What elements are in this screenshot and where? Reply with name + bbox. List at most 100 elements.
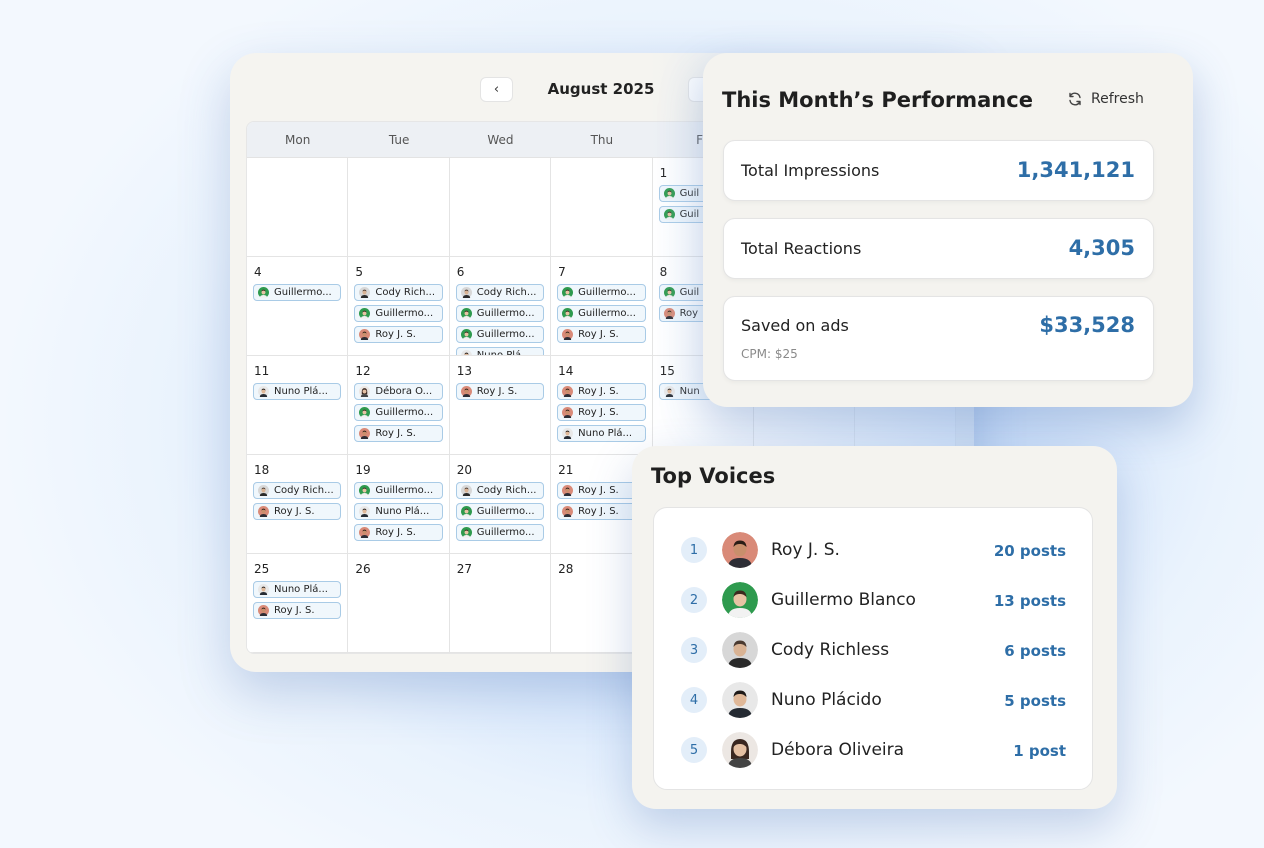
post-chip[interactable]: Débora O... — [354, 383, 443, 400]
day-number: 19 — [355, 463, 371, 477]
post-chip[interactable]: Cody Rich... — [253, 482, 342, 499]
author-avatar — [663, 386, 675, 397]
day-cell-27[interactable]: 27 — [449, 554, 552, 653]
post-author-label: Roy J. S. — [578, 386, 619, 397]
voice-name: Roy J. S. — [771, 540, 840, 560]
day-cell-empty[interactable] — [247, 158, 349, 257]
day-cell-7[interactable]: 7 Guillermo... Guillermo... Roy J. S. — [551, 257, 653, 356]
post-author-label: Roy J. S. — [476, 386, 518, 397]
post-chip[interactable]: Roy J. S. — [253, 503, 342, 520]
post-chip[interactable]: Roy J. S. — [557, 383, 646, 400]
top-voice-row[interactable]: 1 Roy J. S. 20 posts — [654, 530, 1092, 570]
metric-value: $33,528 — [1039, 313, 1135, 337]
post-author-label: Guillermo... — [476, 308, 535, 319]
post-chip[interactable]: Guillermo... — [455, 503, 545, 520]
day-number: 27 — [456, 562, 473, 576]
weekday-wed: Wed — [487, 132, 514, 147]
post-chip[interactable]: Cody Rich... — [455, 284, 545, 301]
post-chip[interactable]: Nuno Plá... — [455, 347, 545, 355]
day-cell-4[interactable]: 4 Guillermo... — [247, 257, 349, 356]
day-cell-6[interactable]: 6 Cody Rich... Guillermo... Guillermo... Nun… — [449, 257, 552, 356]
post-chip[interactable]: Roy J. S. — [557, 404, 646, 421]
post-chip[interactable]: Nuno Plá... — [253, 581, 342, 598]
author-avatar — [359, 527, 371, 538]
post-chip[interactable]: Guillermo... — [354, 404, 443, 421]
post-author-label: Guillermo... — [578, 308, 636, 319]
post-author-label: Cody Rich... — [375, 287, 436, 298]
refresh-button[interactable]: Refresh — [1067, 91, 1144, 107]
author-avatar — [359, 506, 371, 517]
author-avatar — [258, 584, 269, 595]
post-chip[interactable]: Guillermo... — [557, 305, 646, 322]
author-avatar — [359, 485, 371, 496]
post-chip[interactable]: Roy J. S. — [354, 326, 443, 343]
day-cell-20[interactable]: 20 Cody Rich... Guillermo... Guillermo... — [449, 455, 552, 554]
post-chip[interactable]: Nuno Plá... — [253, 383, 342, 400]
post-author-label: Guillermo... — [476, 506, 535, 517]
avatar — [722, 732, 758, 768]
post-author-label: Guil — [679, 287, 700, 298]
top-voice-row[interactable]: 4 Nuno Plácido 5 posts — [654, 680, 1092, 720]
post-chip[interactable]: Guillermo... — [455, 305, 545, 322]
post-chip[interactable]: Nuno Plá... — [557, 425, 646, 442]
post-chip[interactable]: Cody Rich... — [354, 284, 443, 301]
post-author-label: Roy J. S. — [375, 329, 416, 340]
post-author-label: Nuno Plá... — [274, 584, 328, 595]
prev-month-button[interactable]: ‹ — [480, 77, 513, 102]
day-cell-19[interactable]: 19 Guillermo... Nuno Plá... Roy J. S. — [348, 455, 450, 554]
avatar — [722, 582, 758, 618]
day-cell-26[interactable]: 26 — [348, 554, 450, 653]
voice-name: Cody Richless — [771, 640, 890, 660]
voice-name: Débora Oliveira — [771, 740, 905, 760]
post-chip[interactable]: Roy J. S. — [557, 326, 646, 343]
day-cell-13[interactable]: 13 Roy J. S. — [449, 356, 552, 455]
post-chip[interactable]: Cody Rich... — [455, 482, 545, 499]
post-chip[interactable]: Roy J. S. — [455, 383, 545, 400]
author-avatar — [663, 287, 675, 298]
day-cell-empty[interactable] — [449, 158, 552, 257]
post-chip[interactable]: Nuno Plá... — [354, 503, 443, 520]
post-chip[interactable]: Guillermo... — [354, 305, 443, 322]
post-author-label: Guillermo... — [578, 287, 636, 298]
top-voice-row[interactable]: 3 Cody Richless 6 posts — [654, 630, 1092, 670]
metric-label: Total Impressions — [741, 161, 880, 180]
post-chip[interactable]: Roy J. S. — [253, 602, 342, 619]
weekday-tue: Tue — [388, 132, 410, 147]
post-chip[interactable]: Roy J. S. — [354, 524, 443, 541]
post-chip[interactable]: Guillermo... — [455, 326, 545, 343]
day-number — [355, 166, 442, 181]
post-author-label: Guil — [679, 188, 700, 199]
author-avatar — [663, 209, 675, 220]
author-avatar — [359, 407, 371, 418]
day-cell-empty[interactable] — [551, 158, 653, 257]
post-author-label: Cody Rich... — [476, 485, 537, 496]
day-number — [558, 166, 645, 181]
post-author-label: Nuno Plá... — [274, 386, 328, 397]
day-cell-5[interactable]: 5 Cody Rich... Guillermo... Roy J. S. — [348, 257, 450, 356]
day-cell-25[interactable]: 25 Nuno Plá... Roy J. S. — [247, 554, 349, 653]
refresh-icon — [1069, 92, 1081, 106]
day-number: 13 — [456, 364, 473, 378]
author-avatar — [359, 287, 371, 298]
post-author-label: Nuno Plá... — [578, 428, 633, 439]
post-chip[interactable]: Guillermo... — [455, 524, 545, 541]
post-chip[interactable]: Guillermo... — [557, 284, 646, 301]
weekday-mon: Mon — [285, 132, 311, 147]
post-chip[interactable]: Guillermo... — [253, 284, 342, 301]
avatar — [722, 632, 758, 668]
post-author-label: Roy J. S. — [274, 506, 315, 517]
day-cell-11[interactable]: 11 Nuno Plá... — [247, 356, 349, 455]
day-cell-14[interactable]: 14 Roy J. S. Roy J. S. Nuno Plá... — [551, 356, 653, 455]
post-author-label: Guillermo... — [375, 485, 434, 496]
day-cell-12[interactable]: 12 Débora O... Guillermo... Roy J. S. — [348, 356, 450, 455]
post-chip[interactable]: Roy J. S. — [354, 425, 443, 442]
day-cell-empty[interactable] — [348, 158, 450, 257]
top-voice-row[interactable]: 5 Débora Oliveira 1 post — [654, 730, 1092, 770]
top-voice-row[interactable]: 2 Guillermo Blanco 13 posts — [654, 580, 1092, 620]
day-cell-18[interactable]: 18 Cody Rich... Roy J. S. — [247, 455, 349, 554]
voice-name: Guillermo Blanco — [771, 590, 916, 610]
day-number — [457, 166, 544, 181]
post-chip[interactable]: Guillermo... — [354, 482, 443, 499]
author-avatar — [460, 485, 472, 496]
author-avatar — [258, 287, 269, 298]
